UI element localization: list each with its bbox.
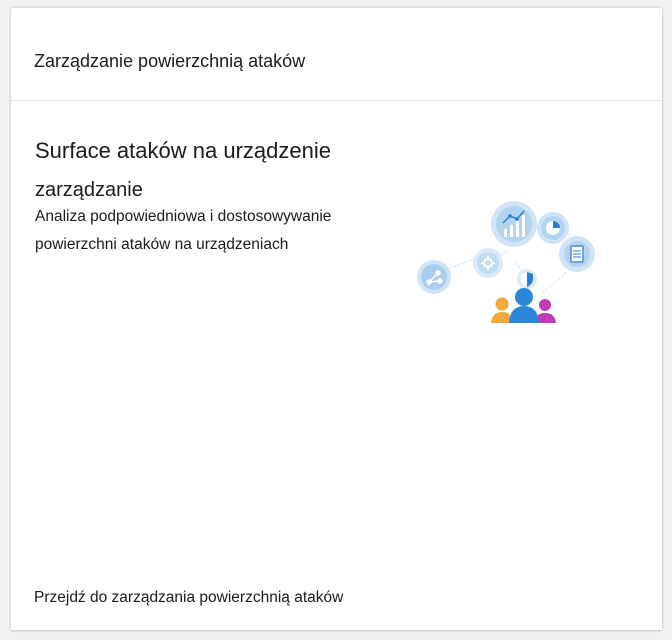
card-subheading: zarządzanie [35, 179, 143, 201]
card-heading: Surface ataków na urządzenie [35, 138, 331, 163]
shield-icon [517, 269, 537, 289]
share-node-icon [417, 260, 451, 294]
pie-chart-icon [537, 212, 569, 244]
card-footer: Przejdź do zarządzania powierzchnią atak… [34, 588, 343, 608]
card-header: Zarządzanie powierzchnią ataków [11, 8, 662, 101]
go-to-attack-surface-link[interactable]: Przejdź do zarządzania powierzchnią atak… [34, 589, 343, 606]
card-body: Surface ataków na urządzenie zarządzanie… [11, 101, 662, 629]
attack-surface-card: Zarządzanie powierzchnią ataków Surface … [11, 8, 662, 630]
card-title: Zarządzanie powierzchnią ataków [34, 51, 306, 71]
people-group-icon [491, 288, 556, 323]
line-chart-icon [491, 201, 537, 247]
gear-icon [473, 248, 503, 278]
card-description: Analiza podpowiedniowa i dostosowywanie … [35, 208, 332, 253]
card-text: Surface ataków na urządzenie zarządzanie… [35, 137, 395, 259]
document-icon [559, 236, 595, 272]
attack-surface-illustration [417, 201, 595, 323]
